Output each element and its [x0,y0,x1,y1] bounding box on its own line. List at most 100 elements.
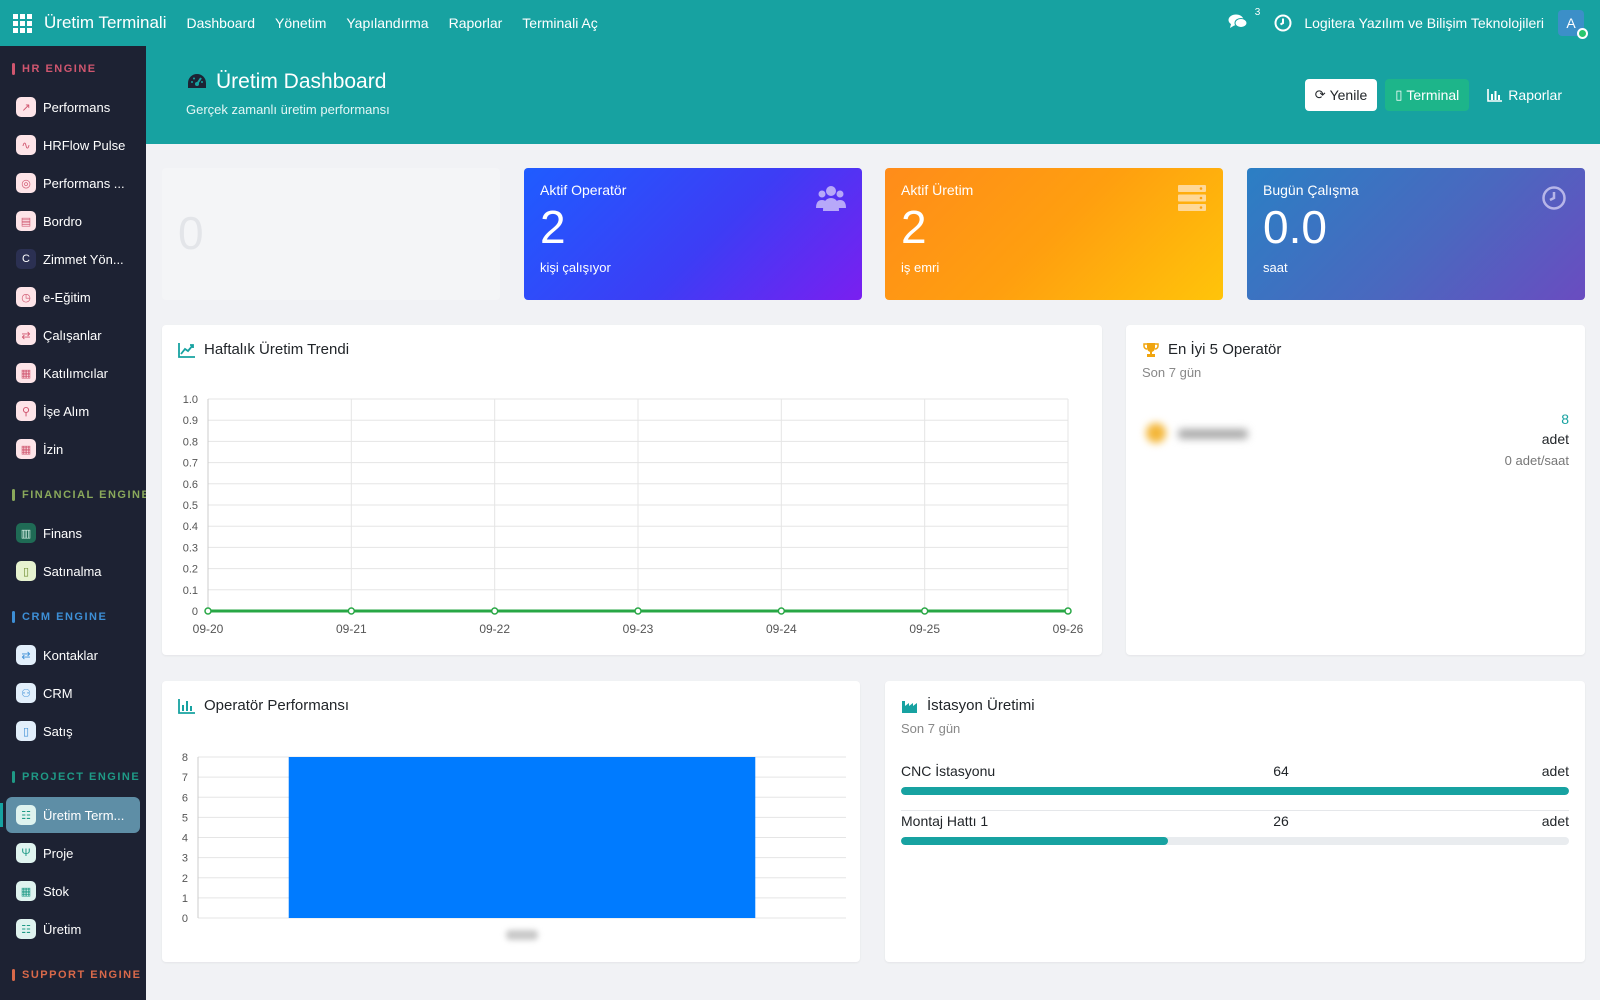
nav-terminali-ac[interactable]: Terminali Aç [522,15,597,31]
sidebar-item-finans[interactable]: ▥ Finans [6,515,140,551]
stat-production-unit: iş emri [901,260,940,275]
station-production-subtitle: Son 7 gün [901,721,961,736]
data-point[interactable] [777,607,786,615]
operator-unit: adet [1541,431,1569,447]
page-subtitle: Gerçek zamanlı üretim performansı [186,102,390,117]
sidebar-item-satinalma[interactable]: ▯ Satınalma [6,553,140,589]
sidebar-item-e-egitim[interactable]: ◷ e-Eğitim [6,279,140,315]
trophy-icon [1143,342,1159,357]
sidebar-item-calisanlar[interactable]: ⇄ Çalışanlar [6,317,140,353]
module-icon: ▥ [16,523,36,543]
station-unit: adet [1541,813,1569,829]
nav-raporlar[interactable]: Raporlar [449,15,503,31]
x-tick-label: 09-20 [193,622,224,636]
refresh-icon: ⟳ [1314,87,1326,102]
chat-count-badge: 3 [1254,7,1261,18]
dashboard-gauge-icon [188,74,206,88]
server-stack-icon [1178,185,1206,211]
app-title[interactable]: Üretim Terminali [44,13,167,33]
y-tick-label: 0.4 [183,521,198,533]
bar[interactable] [288,757,756,918]
avatar-initial: A [1566,15,1576,31]
x-tick-label: 09-24 [766,622,797,636]
module-icon: ◎ [16,173,36,193]
sidebar-item-label: Satınalma [43,563,102,579]
reports-button[interactable]: Raporlar [1477,79,1572,111]
sidebar-item-satis[interactable]: ▯ Satış [6,713,140,749]
chat-icon[interactable]: 3 [1228,7,1260,33]
sidebar-item-bordro[interactable]: ▤ Bordro [6,203,140,239]
y-tick-label: 0.9 [183,415,198,427]
sidebar-item-label: Stok [43,883,70,899]
module-icon: ⚇ [16,683,36,703]
y-tick-label: 4 [182,833,188,845]
sidebar-item-katilimcilar[interactable]: ▦ Katılımcılar [6,355,140,391]
sidebar-item-proje[interactable]: Ψ Proje [6,835,140,871]
stat-operators-unit: kişi çalışıyor [540,260,611,275]
reports-label: Raporlar [1508,87,1562,103]
data-point[interactable] [634,607,642,615]
engine-title-financial-engine: FINANCIAL ENGINE [0,487,146,503]
x-tick-label-redacted [506,930,538,940]
sidebar-item-kontaklar[interactable]: ⇄ Kontaklar [6,637,140,673]
nav-yonetim[interactable]: Yönetim [275,15,326,31]
stat-operators-label: Aktif Operatör [540,182,627,198]
terminal-button[interactable]: ▯ Terminal [1385,79,1470,111]
sidebar-item-zimmet-yon[interactable]: C Zimmet Yön... [6,241,140,277]
module-icon: ☷ [16,919,36,939]
divider [901,810,1569,811]
y-tick-label: 0.7 [183,458,198,470]
engine-title-project-engine: PROJECT ENGINE [0,769,146,785]
data-point[interactable] [204,607,212,615]
sidebar-item-label: Performans [43,99,111,115]
x-tick-label: 09-23 [623,622,654,636]
sidebar-item-ise-alim[interactable]: ⚲ İşe Alım [6,393,140,429]
sidebar-item-uretim[interactable]: ☷ Üretim [6,911,140,947]
company-name[interactable]: Logitera Yazılım ve Bilişim Teknolojiler… [1304,15,1544,31]
x-tick-label: 09-26 [1053,622,1084,636]
module-icon: C [16,249,36,269]
sidebar-item-label: Üretim [43,921,82,937]
sidebar-item-uretim-term[interactable]: ☷ Üretim Term... [0,797,140,833]
tablet-icon: ▯ [1395,87,1403,102]
data-point[interactable] [490,607,499,615]
clock-icon[interactable] [1274,14,1292,32]
sidebar-item-performans[interactable]: ↗ Performans [6,89,140,125]
online-status-dot [1577,28,1588,39]
y-tick-label: 1 [182,893,188,905]
stat-card-blank: 0 [162,168,500,300]
sidebar-item-izin[interactable]: ▦ İzin [6,431,140,467]
operator-avatar-blurred [1142,423,1252,443]
module-icon: ▦ [16,363,36,383]
module-icon: ∿ [16,135,36,155]
sidebar-item-stok[interactable]: ▦ Stok [6,873,140,909]
y-tick-label: 7 [182,772,188,784]
data-point[interactable] [1064,607,1072,615]
x-tick-label: 09-25 [909,622,940,636]
stat-card-active-operators: Aktif Operatör 2 kişi çalışıyor [524,168,862,300]
sidebar-item-label: Kontaklar [43,647,98,663]
sidebar-item-hrflow-pulse[interactable]: ∿ HRFlow Pulse [6,127,140,163]
data-point[interactable] [920,607,929,615]
nav-dashboard[interactable]: Dashboard [187,15,256,31]
station-name: CNC İstasyonu [901,763,996,779]
stat-operators-value: 2 [540,201,566,253]
station-row: Montaj Hattı 1 26 adet [901,813,1569,863]
operator-count: 8 [1561,411,1569,427]
sidebar-item-label: Katılımcılar [43,365,109,381]
nav-yapilandirma[interactable]: Yapılandırma [346,15,428,31]
y-tick-label: 3 [182,853,188,865]
station-name: Montaj Hattı 1 [901,813,989,829]
sidebar-item-crm[interactable]: ⚇ CRM [6,675,140,711]
sidebar-item-label: Zimmet Yön... [43,251,124,267]
data-point[interactable] [347,607,356,615]
refresh-button[interactable]: ⟳ Yenile [1304,79,1378,111]
avatar[interactable]: A [1558,10,1588,39]
sidebar-item-performans[interactable]: ◎ Performans ... [6,165,140,201]
clock-icon [1542,186,1566,210]
apps-grid-icon[interactable] [0,0,44,46]
y-tick-label: 0 [182,913,188,925]
sidebar-item-label: Çalışanlar [43,327,102,343]
module-icon: Ψ [16,843,36,863]
stat-work-label: Bugün Çalışma [1263,182,1359,198]
